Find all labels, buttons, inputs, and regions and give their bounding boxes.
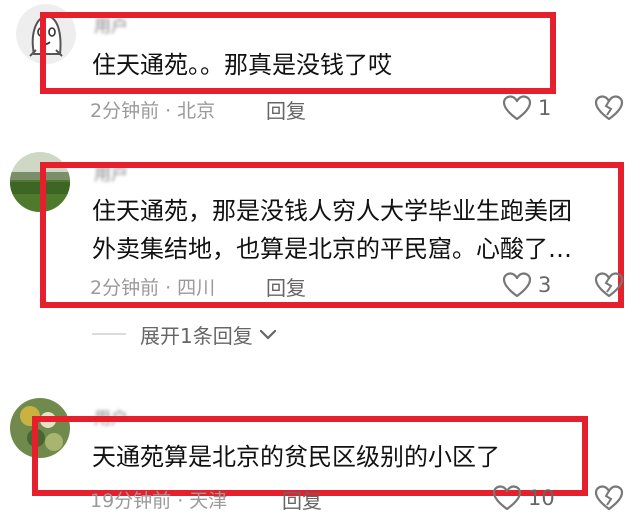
comment-location: 天津 — [189, 490, 228, 512]
comment-text: 住天通苑。。那真是没钱了哎 — [92, 51, 392, 79]
dislike-button[interactable] — [594, 94, 624, 122]
avatar[interactable] — [16, 4, 76, 64]
comment-meta: 2分钟前 · 北京 — [90, 96, 215, 123]
avatar[interactable] — [10, 152, 70, 212]
meta-separator: · — [177, 490, 184, 512]
comment-meta: 2分钟前 · 四川 — [90, 273, 215, 300]
broken-heart-icon — [594, 272, 624, 298]
like-count: 3 — [538, 273, 552, 297]
comment-text-line-1: 住天通苑，那是没钱人穷人大学毕业生跑美团 — [92, 197, 572, 225]
username[interactable]: 用户 — [94, 404, 128, 429]
like-count: 1 — [538, 96, 552, 120]
comment-meta: 19分钟前 · 天津 — [90, 486, 227, 513]
comment-time: 19分钟前 — [90, 490, 172, 512]
comment-text-line-2: 外卖集结地，也算是北京的平民窟。心酸了… — [92, 235, 572, 263]
reply-button[interactable]: 回复 — [266, 272, 306, 301]
photo-avatar-icon — [10, 152, 70, 212]
chevron-down-icon — [259, 329, 276, 340]
heart-outline-icon — [502, 272, 532, 298]
comment-time: 2分钟前 — [90, 277, 160, 299]
heart-outline-icon — [502, 95, 532, 121]
dislike-button[interactable] — [594, 484, 624, 512]
comment-location: 四川 — [177, 277, 216, 299]
photo-avatar-icon — [10, 398, 70, 458]
username[interactable]: 用户 — [94, 12, 128, 37]
expand-replies-label: 展开1条回复 — [140, 324, 253, 348]
username[interactable]: 用户 — [94, 160, 128, 185]
replies-divider — [92, 333, 126, 335]
cartoon-avatar-icon — [16, 4, 76, 64]
comment-time: 2分钟前 — [90, 100, 160, 122]
reply-button[interactable]: 回复 — [266, 95, 306, 124]
meta-separator: · — [165, 100, 172, 122]
dislike-button[interactable] — [594, 271, 624, 299]
like-button[interactable]: 3 — [502, 271, 551, 299]
expand-replies-button[interactable]: 展开1条回复 — [140, 320, 277, 349]
comment-location: 北京 — [177, 100, 216, 122]
avatar[interactable] — [10, 398, 70, 458]
broken-heart-icon — [594, 95, 624, 121]
heart-outline-icon — [492, 485, 522, 511]
reply-button[interactable]: 回复 — [282, 485, 322, 514]
like-button[interactable]: 1 — [502, 94, 551, 122]
like-count: 10 — [528, 486, 555, 510]
broken-heart-icon — [594, 485, 624, 511]
comment-text: 天通苑算是北京的贫民区级别的小区了 — [92, 443, 500, 471]
meta-separator: · — [165, 277, 172, 299]
like-button[interactable]: 10 — [492, 484, 555, 512]
